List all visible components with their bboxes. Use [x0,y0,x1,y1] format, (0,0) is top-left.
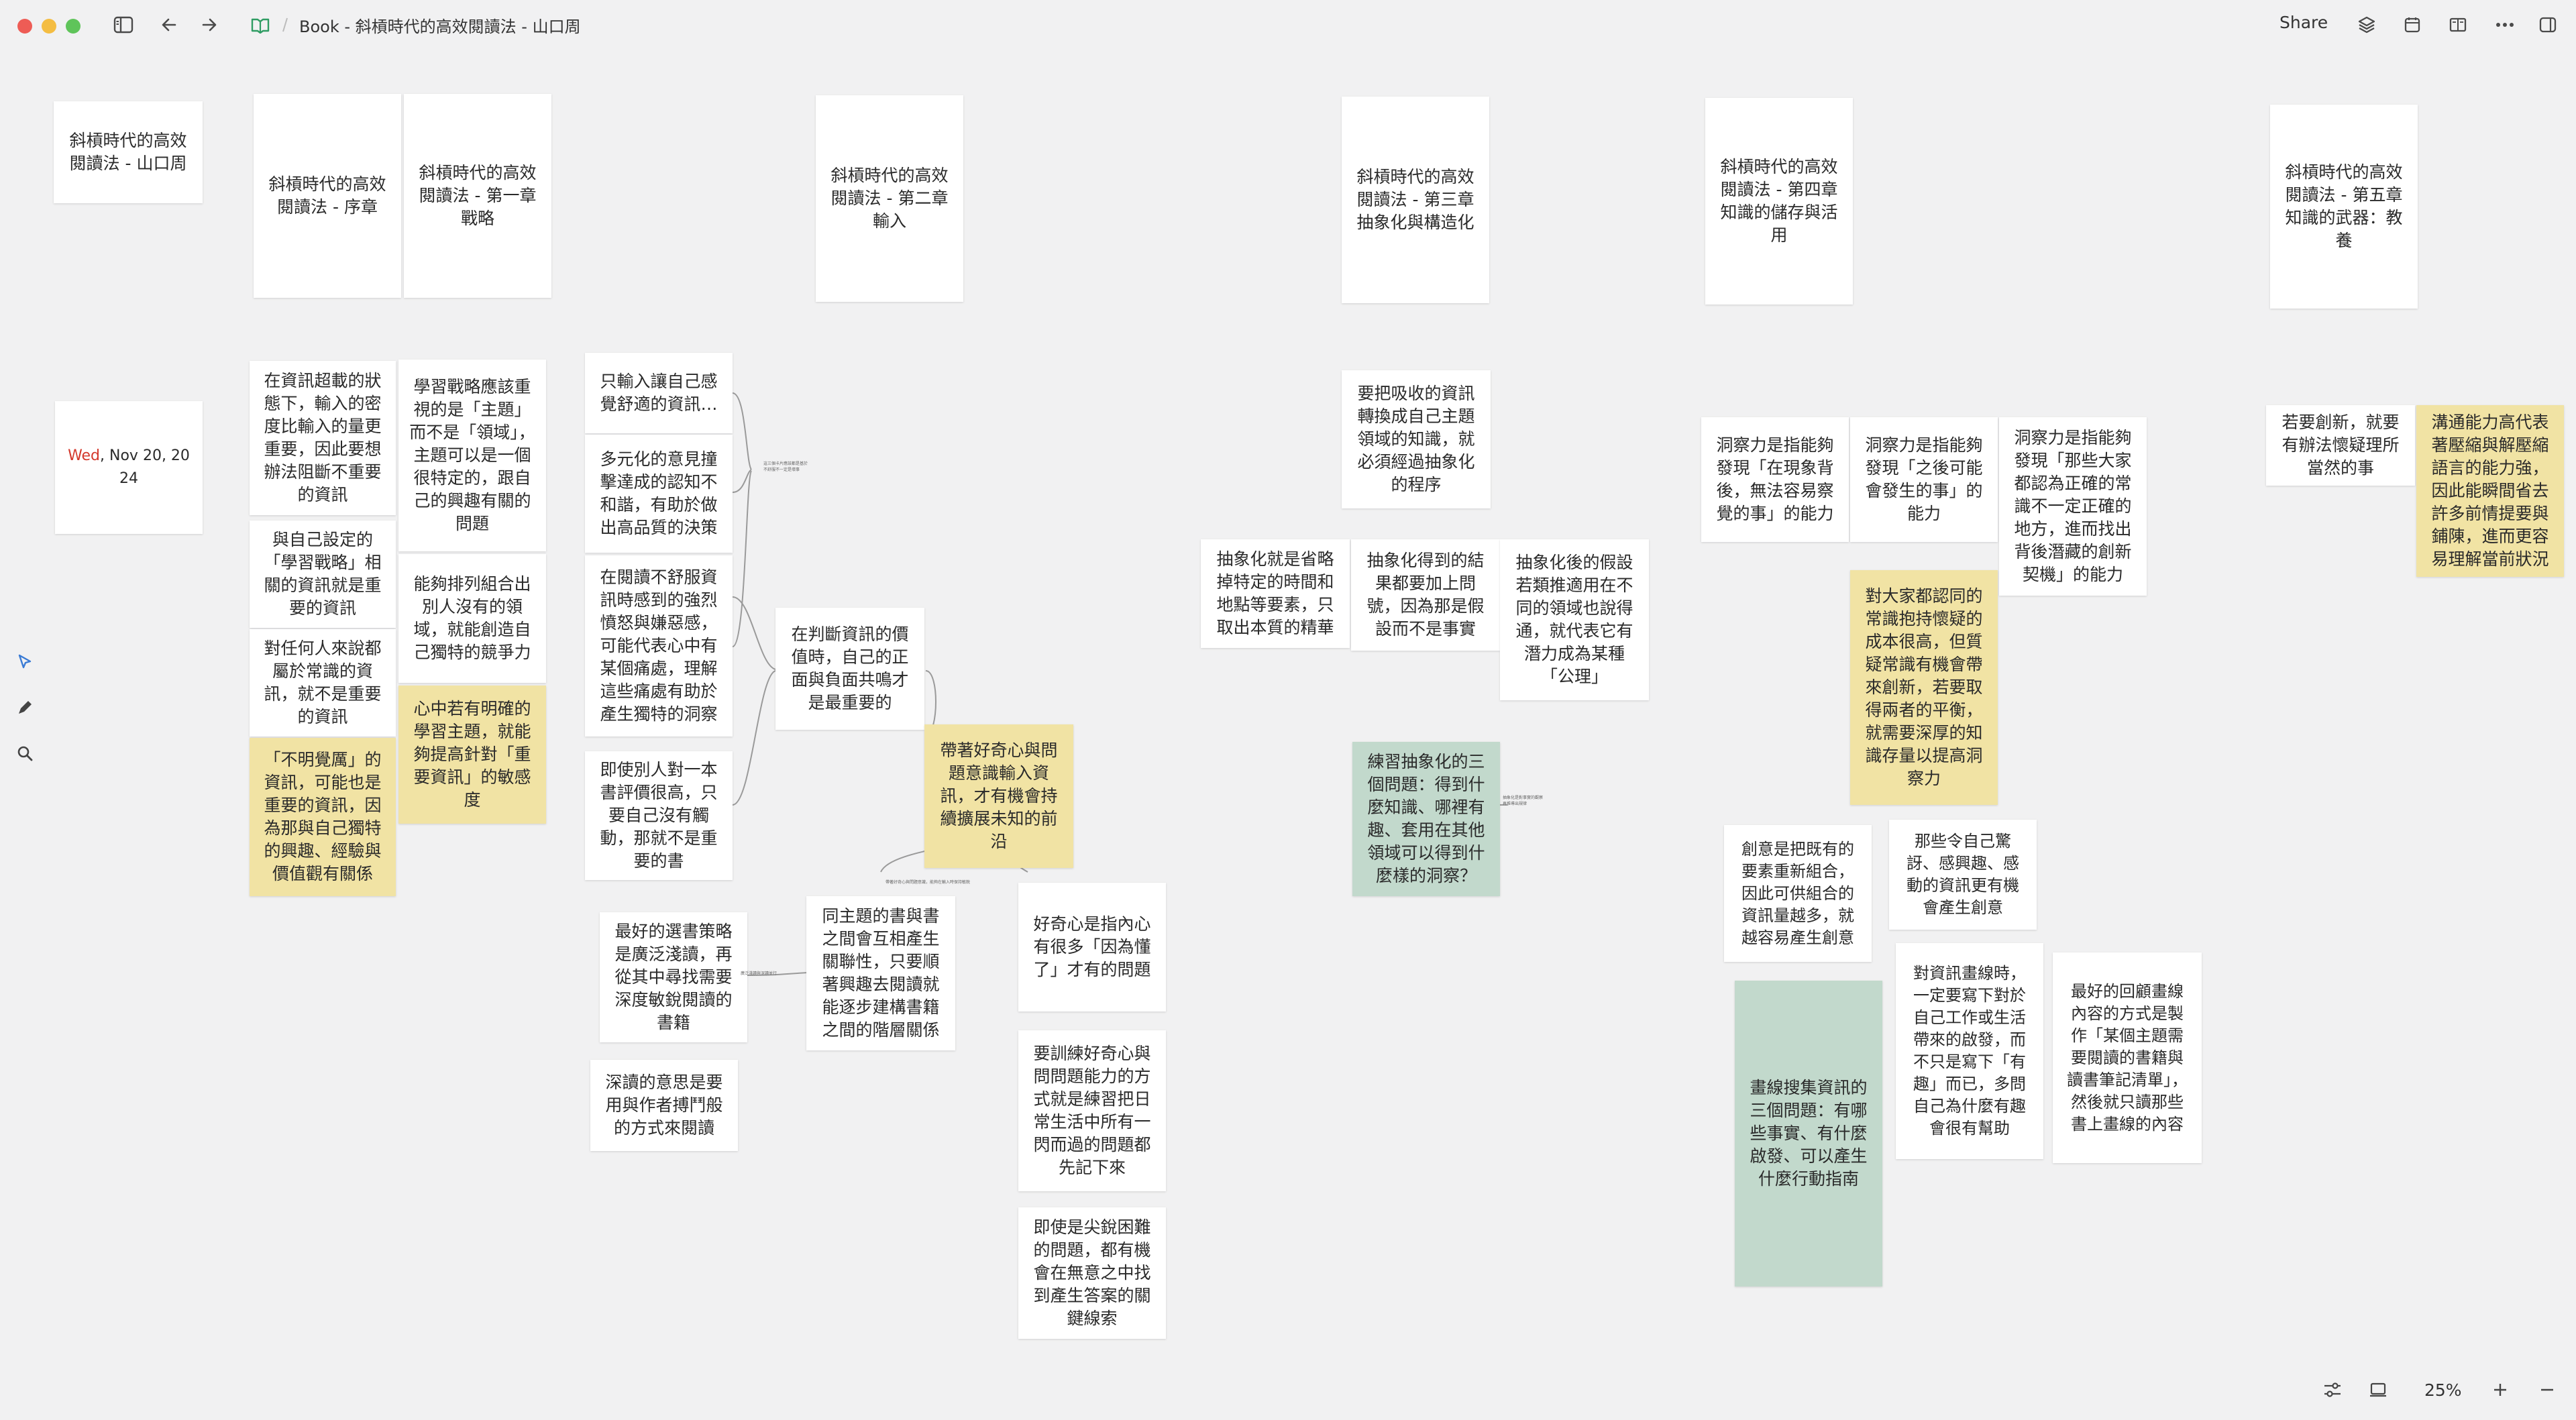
note-card[interactable]: 學習戰略應該重視的是「主題」而不是「領域」，主題可以是一個很特定的，跟自己的興趣… [398,360,546,551]
note-card[interactable]: 洞察力是指能夠發現「在現象背後，無法容易察覺的事」的能力 [1701,417,1849,542]
note-card[interactable]: 能夠排列組合出別人沒有的領域，就能創造自己獨特的競爭力 [398,554,546,683]
note-card-highlight[interactable]: 心中若有明確的學習主題，就能夠提高針對「重要資訊」的敏感度 [398,686,546,824]
more-icon[interactable] [2491,11,2518,38]
note-card-green[interactable]: 畫線搜集資訊的三個問題：有哪些事實、有什麼啟發、可以產生什麼行動指南 [1735,981,1882,1287]
header-card-book[interactable]: 斜槓時代的高效閱讀法 - 山口周 [54,101,203,203]
header-card-ch2[interactable]: 斜槓時代的高效閱讀法 - 第二章 輸入 [816,95,963,302]
note-card[interactable]: 最好的選書策略是廣泛淺讀，再從其中尋找需要深度敏銳閱讀的書籍 [600,912,747,1042]
share-button[interactable]: Share [2279,13,2328,32]
note-card[interactable]: 抽象化得到的結果都要加上問號，因為那是假設而不是事實 [1351,539,1500,651]
zoom-window-button[interactable] [66,19,80,34]
note-card[interactable]: 那些令自己驚訝、感興趣、感動的資訊更有機會產生創意 [1889,820,2037,930]
note-card[interactable]: 洞察力是指能夠發現「那些大家都認為正確的常識不一定正確的地方，進而找出背後潛藏的… [1999,417,2147,596]
connector-label: 這三個卡片應該都是基於 [763,461,808,466]
note-card[interactable]: 只輸入讓自己感覺舒適的資訊… [585,353,733,433]
zoom-out-icon[interactable] [2538,1375,2565,1405]
connector-label: 帶著好奇心與問題意識，能夠在輸入時保持敏銳 [885,880,971,885]
pen-icon[interactable] [15,698,35,718]
window-toggle-icon[interactable] [2534,11,2561,38]
connector-label: 再推導出規律 [1503,802,1527,806]
note-card[interactable]: 要把吸收的資訊轉換成自己主題領域的知識，就必須經過抽象化的程序 [1342,370,1491,508]
note-card[interactable]: 在閱讀不舒服資訊時感到的強烈憤怒與嫌惡感，可能代表心中有某個痛處，理解這些痛處有… [585,555,733,736]
arrow-right-icon[interactable] [196,11,223,38]
connector-label: 廣泛淺讀與深讀並行 [741,971,777,976]
book-icon[interactable] [2445,11,2471,38]
note-card[interactable]: 創意是把既有的要素重新組合，因此可供組合的資訊量越多，就越容易產生創意 [1724,825,1872,962]
date-text: , Nov 20, 2024 [100,447,190,487]
document-title[interactable]: Book - 斜槓時代的高效閱讀法 - 山口周 [299,13,581,37]
date-weekday: Wed [68,447,101,464]
header-card-prologue[interactable]: 斜槓時代的高效閱讀法 - 序章 [254,94,401,298]
fit-screen-icon[interactable] [2368,1375,2395,1405]
note-card[interactable]: 即使是尖銳困難的問題，都有機會在無意之中找到產生答案的關鍵線索 [1018,1207,1166,1339]
note-card[interactable]: 在資訊超載的狀態下，輸入的密度比輸入的量更重要，因此要想辦法阻斷不重要的資訊 [250,361,396,515]
note-card[interactable]: 若要創新，就要有辦法懷疑理所當然的事 [2266,405,2415,486]
note-card[interactable]: 同主題的書與書之間會互相產生關聯性，只要順著興趣去閱讀就能逐步建構書籍之間的階層… [806,896,955,1050]
note-card[interactable]: 最好的回顧畫線內容的方式是製作「某個主題需要閱讀的書籍與讀書筆記清單」，然後就只… [2053,952,2202,1163]
sliders-icon[interactable] [2322,1375,2349,1405]
note-card[interactable]: 對資訊畫線時，一定要寫下對於自己工作或生活帶來的啟發，而不只是寫下「有趣」而已，… [1896,943,2043,1159]
zoom-in-icon[interactable] [2491,1375,2518,1405]
header-card-ch4[interactable]: 斜槓時代的高效閱讀法 - 第四章 知識的儲存與活用 [1705,98,1853,305]
note-card[interactable]: 深讀的意思是要用與作者搏鬥般的方式來閱讀 [590,1060,738,1151]
pointer-icon[interactable] [15,652,35,672]
header-card-ch5[interactable]: 斜槓時代的高效閱讀法 - 第五章 知識的武器：教養 [2270,105,2418,309]
close-window-button[interactable] [17,19,32,34]
note-card[interactable]: 對任何人來說都屬於常識的資訊，就不是重要的資訊 [250,629,396,736]
header-card-ch3[interactable]: 斜槓時代的高效閱讀法 - 第三章 抽象化與構造化 [1342,97,1489,303]
layers-icon[interactable] [2353,11,2380,38]
note-card-green[interactable]: 練習抽象化的三個問題：得到什麼知識、哪裡有趣、套用在其他領域可以得到什麼樣的洞察… [1352,742,1500,896]
connector-label: 不舒服不一定是壞事 [763,468,800,472]
board-icon[interactable] [248,11,272,38]
sidebar-toggle-icon[interactable] [110,11,137,38]
arrow-left-icon[interactable] [156,11,182,38]
connector-label: 抽象化是對事實的觀察 [1503,796,1544,800]
date-card[interactable]: Wed, Nov 20, 2024 [55,401,203,534]
note-card[interactable]: 在判斷資訊的價值時，自己的正面與負面共鳴才是最重要的 [775,608,924,730]
note-card-highlight[interactable]: 帶著好奇心與問題意識輸入資訊，才有機會持續擴展未知的前沿 [924,724,1073,868]
window-titlebar: Book - 斜槓時代的高效閱讀法 - 山口周 Share [0,0,2576,50]
note-card[interactable]: 抽象化後的假設若類推適用在不同的領域也說得通，就代表它有潛力成為某種「公理」 [1500,539,1649,700]
note-card[interactable]: 要訓練好奇心與問問題能力的方式就是練習把日常生活中所有一閃而過的問題都先記下來 [1018,1030,1166,1191]
breadcrumb-separator [282,11,288,38]
search-icon[interactable] [15,743,35,763]
note-card-highlight[interactable]: 對大家都認同的常識抱持懷疑的成本很高，但質疑常識有機會帶來創新，若要取得兩者的平… [1850,570,1998,805]
calendar-icon[interactable] [2399,11,2426,38]
minimize-window-button[interactable] [42,19,56,34]
note-card[interactable]: 多元化的意見撞擊達成的認知不和諧，有助於做出高品質的決策 [585,435,733,553]
note-card[interactable]: 好奇心是指內心有很多「因為懂了」才有的問題 [1018,883,1166,1012]
note-card[interactable]: 即使別人對一本書評價很高，只要自己沒有觸動，那就不是重要的書 [585,751,733,880]
note-card-highlight[interactable]: 溝通能力高代表著壓縮與解壓縮語言的能力強，因此能瞬間省去許多前情提要與鋪陳，進而… [2416,405,2564,577]
note-card[interactable]: 與自己設定的「學習戰略」相關的資訊就是重要的資訊 [250,521,396,628]
note-card[interactable]: 洞察力是指能夠發現「之後可能會發生的事」的能力 [1850,417,1998,542]
header-card-ch1[interactable]: 斜槓時代的高效閱讀法 - 第一章 戰略 [404,94,551,298]
note-card-highlight[interactable]: 「不明覺厲」的資訊，可能也是重要的資訊，因為那與自己獨特的興趣、經驗與價值觀有關… [250,738,396,896]
zoom-level[interactable]: 25% [2424,1380,2462,1400]
note-card[interactable]: 抽象化就是省略掉特定的時間和地點等要素，只取出本質的精華 [1201,539,1350,648]
